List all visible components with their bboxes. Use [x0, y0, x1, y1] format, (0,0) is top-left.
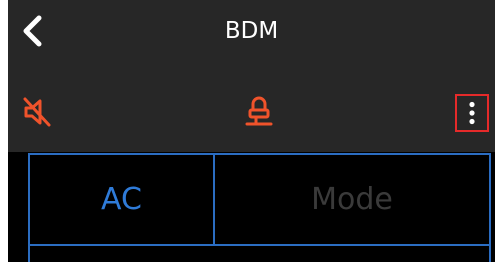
top-bar: BDM [8, 0, 495, 72]
mute-button[interactable] [22, 96, 52, 128]
speaker-muted-icon [23, 97, 51, 127]
clear-button[interactable] [244, 96, 274, 128]
page-title: BDM [224, 18, 279, 44]
more-options-button[interactable] [455, 94, 489, 132]
eraser-icon [245, 96, 273, 126]
toolbar [8, 72, 495, 152]
vertical-ellipsis-icon [469, 101, 475, 125]
tab-ac[interactable]: AC [30, 155, 215, 244]
tab-mode[interactable]: Mode [215, 155, 489, 244]
app-frame: BDM AC Mode [8, 0, 495, 262]
next-row-border [28, 246, 491, 262]
function-tabs: AC Mode [28, 153, 491, 246]
